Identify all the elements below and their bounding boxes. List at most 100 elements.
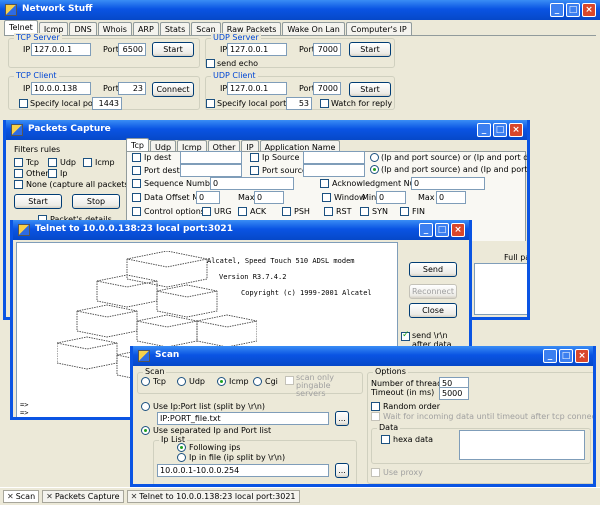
send-rn-checkbox[interactable] xyxy=(401,330,410,341)
tcp-server-ip-field[interactable]: 127.0.0.1 xyxy=(31,43,91,56)
tcp-client-ip-field[interactable]: 10.0.0.138 xyxy=(31,82,91,95)
scan-cgi-radio[interactable] xyxy=(253,377,262,386)
port-source-field[interactable] xyxy=(303,164,365,177)
port-source-checkbox[interactable] xyxy=(250,166,259,175)
ack-field[interactable]: 0 xyxy=(411,177,485,190)
scan-minimize-icon[interactable]: _ xyxy=(543,349,557,363)
scan-data-textarea[interactable] xyxy=(459,430,585,460)
filter-mode-or-radio[interactable] xyxy=(370,153,379,162)
ip-range-browse-button[interactable]: ... xyxy=(335,463,349,478)
ip-in-file-radio[interactable] xyxy=(177,453,186,462)
tab-wake-on-lan[interactable]: Wake On Lan xyxy=(282,22,345,35)
pingable-checkbox[interactable] xyxy=(285,376,294,385)
ip-dest-field[interactable] xyxy=(180,151,242,164)
udp-client-port-field[interactable]: 7000 xyxy=(313,82,341,95)
udp-local-port-field[interactable]: 53 xyxy=(286,97,312,110)
udp-specify-local-checkbox[interactable] xyxy=(206,99,215,108)
ip-source-checkbox[interactable] xyxy=(250,153,259,162)
ack-checkbox[interactable] xyxy=(320,179,329,188)
telnet-maximize-icon[interactable]: □ xyxy=(435,223,449,237)
flag-ack-checkbox[interactable] xyxy=(238,207,247,216)
scan-udp-radio[interactable] xyxy=(177,377,186,386)
use-list-radio[interactable] xyxy=(141,402,150,411)
telnet-close-button[interactable]: Close xyxy=(409,303,457,318)
flag-psh-checkbox[interactable] xyxy=(282,207,291,216)
window-max-field[interactable]: 0 xyxy=(436,191,466,204)
timeout-field[interactable]: 5000 xyxy=(439,387,469,400)
tcp-client-connect-button[interactable]: Connect xyxy=(152,82,194,97)
tcp-local-port-field[interactable]: 1443 xyxy=(92,97,122,110)
window-checkbox[interactable] xyxy=(322,193,331,202)
hexa-data-checkbox[interactable] xyxy=(381,435,390,444)
seq-checkbox[interactable] xyxy=(132,179,141,188)
following-ips-radio[interactable] xyxy=(177,443,186,452)
ip-source-field[interactable] xyxy=(303,151,365,164)
udp-server-port-field[interactable]: 7000 xyxy=(313,43,341,56)
telnet-reconnect-button[interactable]: Reconnect xyxy=(409,284,457,299)
filter-tcp-checkbox[interactable] xyxy=(14,158,23,167)
telnet-send-button[interactable]: Send xyxy=(409,262,457,277)
scan-maximize-icon[interactable]: □ xyxy=(559,349,573,363)
data-offset-max-field[interactable]: 0 xyxy=(254,191,284,204)
tcp-client-port-field[interactable]: 23 xyxy=(118,82,146,95)
close-icon[interactable]: × xyxy=(582,3,596,17)
tcp-specify-local-checkbox[interactable] xyxy=(19,99,28,108)
seq-field[interactable]: 0 xyxy=(210,177,294,190)
maximize-icon[interactable]: □ xyxy=(566,3,580,17)
data-offset-min-field[interactable]: 0 xyxy=(196,191,220,204)
packets-close-icon[interactable]: × xyxy=(509,123,523,137)
watch-reply-checkbox[interactable] xyxy=(320,99,329,108)
use-proxy-checkbox[interactable] xyxy=(371,468,380,477)
list-file-browse-button[interactable]: ... xyxy=(335,411,349,426)
packets-minimize-icon[interactable]: _ xyxy=(477,123,491,137)
udp-client-start-button[interactable]: Start xyxy=(349,82,391,97)
tcp-server-port-field[interactable]: 6500 xyxy=(118,43,146,56)
tab-dns[interactable]: DNS xyxy=(69,22,97,35)
flag-fin-checkbox[interactable] xyxy=(400,207,409,216)
task-close-icon[interactable]: ✕ xyxy=(46,492,53,501)
udp-server-start-button[interactable]: Start xyxy=(349,42,391,57)
task-packets[interactable]: ✕ Packets Capture xyxy=(42,490,124,503)
flag-syn-checkbox[interactable] xyxy=(360,207,369,216)
filter-other-checkbox[interactable] xyxy=(14,169,23,178)
capture-start-button[interactable]: Start xyxy=(14,194,62,209)
packets-maximize-icon[interactable]: □ xyxy=(493,123,507,137)
minimize-icon[interactable]: _ xyxy=(550,3,564,17)
data-offset-checkbox[interactable] xyxy=(132,193,141,202)
flag-urg-checkbox[interactable] xyxy=(202,207,211,216)
port-dest-field[interactable] xyxy=(180,164,242,177)
scan-titlebar[interactable]: Scan _ □ × xyxy=(133,346,593,366)
capture-stop-button[interactable]: Stop xyxy=(72,194,120,209)
filter-udp-checkbox[interactable] xyxy=(48,158,57,167)
filter-mode-and-radio[interactable] xyxy=(370,165,379,174)
tab-stats[interactable]: Stats xyxy=(159,22,191,35)
list-file-field[interactable]: IP:PORT_file.txt xyxy=(157,412,329,425)
udp-server-ip-field[interactable]: 127.0.0.1 xyxy=(227,43,287,56)
control-options-checkbox[interactable] xyxy=(132,207,141,216)
task-close-icon[interactable]: ✕ xyxy=(131,492,138,501)
scan-tcp-radio[interactable] xyxy=(141,377,150,386)
filter-ip-checkbox[interactable] xyxy=(48,169,57,178)
scan-close-icon[interactable]: × xyxy=(575,349,589,363)
task-telnet[interactable]: ✕ Telnet to 10.0.0.138:23 local port:3021 xyxy=(126,490,300,503)
udp-client-ip-field[interactable]: 127.0.0.1 xyxy=(227,82,287,95)
tab-computers-ip[interactable]: Computer's IP xyxy=(345,22,412,35)
tab-arp[interactable]: ARP xyxy=(132,22,159,35)
task-close-icon[interactable]: ✕ xyxy=(7,492,14,501)
ip-dest-checkbox[interactable] xyxy=(132,153,141,162)
port-dest-checkbox[interactable] xyxy=(132,166,141,175)
task-scan[interactable]: ✕ Scan xyxy=(3,490,40,503)
flag-rst-checkbox[interactable] xyxy=(324,207,333,216)
scan-icmp-radio[interactable] xyxy=(217,377,226,386)
filter-none-checkbox[interactable] xyxy=(14,180,23,189)
main-titlebar[interactable]: Network Stuff _ □ × xyxy=(0,0,600,20)
telnet-close-icon[interactable]: × xyxy=(451,223,465,237)
random-order-checkbox[interactable] xyxy=(371,402,380,411)
filter-icmp-checkbox[interactable] xyxy=(83,158,92,167)
tcp-server-start-button[interactable]: Start xyxy=(152,42,194,57)
send-echo-checkbox[interactable] xyxy=(206,59,215,68)
telnet-titlebar[interactable]: Telnet to 10.0.0.138:23 local port:3021 … xyxy=(13,220,469,240)
tab-whois[interactable]: Whois xyxy=(97,22,132,35)
wait-data-checkbox[interactable] xyxy=(371,412,380,421)
ip-range-field[interactable]: 10.0.0.1-10.0.0.254 xyxy=(157,464,329,477)
